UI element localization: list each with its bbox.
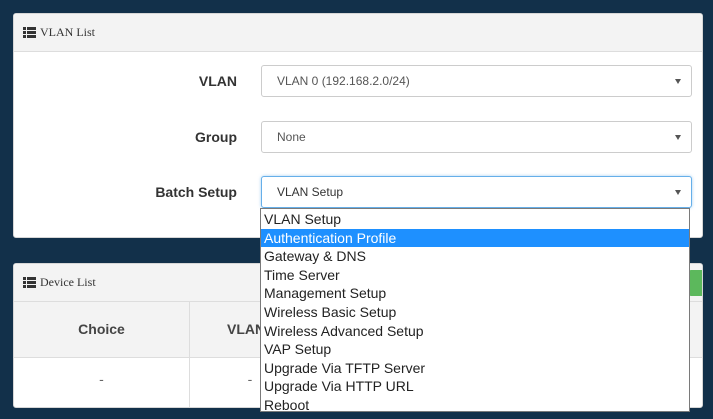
dropdown-option-highlighted[interactable]: Authentication Profile [261,228,689,248]
caret-down-icon [675,79,681,84]
dropdown-option[interactable]: Wireless Basic Setup [261,303,689,322]
list-icon [23,27,36,38]
batch-setup-row: Batch Setup VLAN Setup [14,176,702,208]
dropdown-option[interactable]: Reboot [261,396,689,415]
group-select-value: None [277,130,306,144]
dropdown-option[interactable]: Wireless Advanced Setup [261,322,689,341]
vlan-list-title: VLAN List [40,25,95,39]
group-label: Group [195,129,237,145]
dropdown-option[interactable]: Time Server [261,266,689,285]
group-row: Group None [14,121,702,153]
batch-setup-dropdown[interactable]: VLAN Setup Authentication Profile Gatewa… [260,208,690,415]
choice-column-header[interactable]: Choice [14,302,190,357]
vlan-select-value: VLAN 0 (192.168.2.0/24) [277,74,410,88]
dropdown-option[interactable]: Gateway & DNS [261,247,689,266]
dropdown-option[interactable]: Upgrade Via HTTP URL [261,377,689,396]
dropdown-option[interactable]: Upgrade Via TFTP Server [261,359,689,378]
green-action-button[interactable] [688,270,702,296]
vlan-list-panel: VLAN List VLAN VLAN 0 (192.168.2.0/24) G… [13,13,703,238]
caret-down-icon [675,135,681,140]
dropdown-option[interactable]: Management Setup [261,284,689,303]
batch-setup-label: Batch Setup [155,184,237,200]
page: VLAN List VLAN VLAN 0 (192.168.2.0/24) G… [0,0,713,419]
group-select[interactable]: None [261,121,692,153]
vlan-row: VLAN VLAN 0 (192.168.2.0/24) [14,65,702,97]
batch-setup-select[interactable]: VLAN Setup [261,176,692,208]
dropdown-option[interactable]: VAP Setup [261,340,689,359]
vlan-list-header: VLAN List [14,14,702,52]
dropdown-option[interactable]: VLAN Setup [261,210,689,229]
list-icon [23,277,36,288]
batch-setup-select-value: VLAN Setup [277,185,344,199]
vlan-label: VLAN [198,73,237,89]
choice-cell: - [14,358,190,407]
vlan-select[interactable]: VLAN 0 (192.168.2.0/24) [261,65,692,97]
device-list-title: Device List [40,275,96,289]
caret-down-icon [675,190,681,195]
